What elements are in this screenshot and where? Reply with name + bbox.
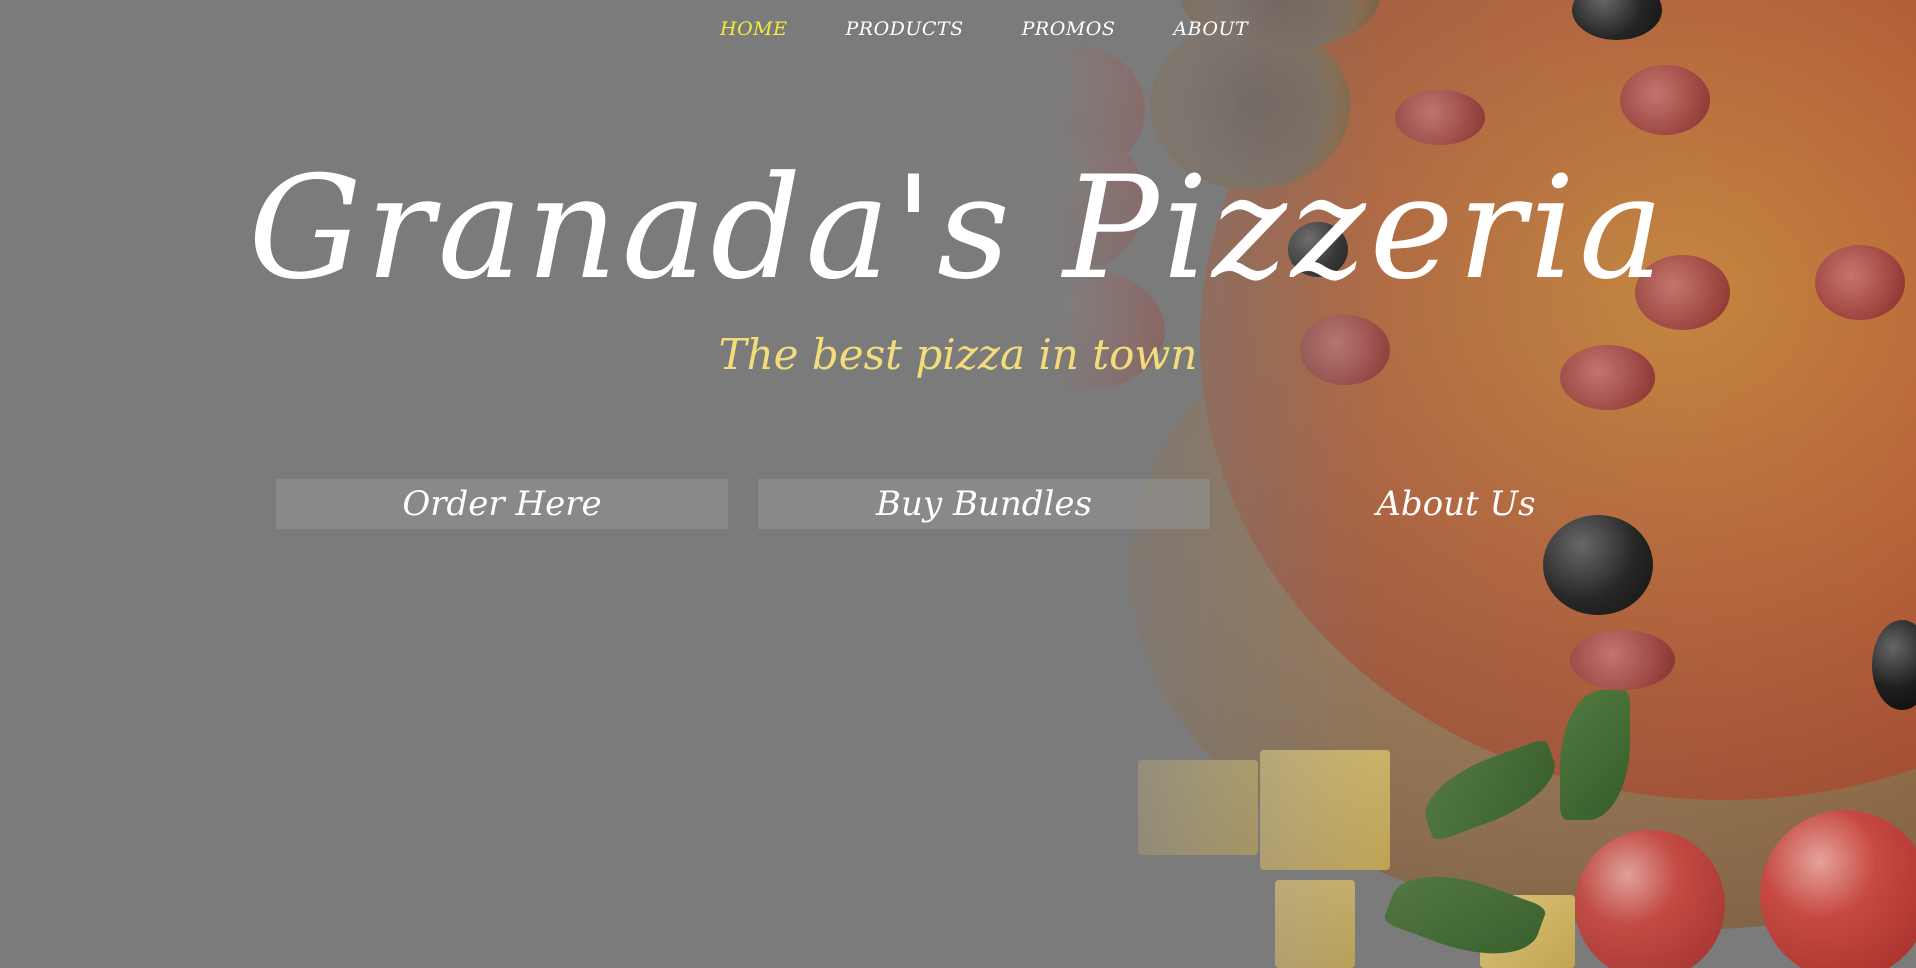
nav-home[interactable]: HOME bbox=[720, 18, 787, 40]
nav-about[interactable]: ABOUT bbox=[1173, 18, 1248, 40]
nav-products[interactable]: PRODUCTS bbox=[845, 18, 963, 40]
top-nav: HOME PRODUCTS PROMOS ABOUT bbox=[720, 18, 1306, 40]
buy-bundles-button[interactable]: Buy Bundles bbox=[758, 479, 1210, 529]
page-subtitle: The best pizza in town bbox=[718, 330, 1198, 379]
order-here-button[interactable]: Order Here bbox=[276, 479, 728, 529]
page-title: Granada's Pizzeria bbox=[248, 146, 1668, 311]
page: HOME PRODUCTS PROMOS ABOUT Granada's Piz… bbox=[0, 0, 1916, 968]
about-us-button[interactable]: About Us bbox=[1230, 479, 1682, 529]
nav-promos[interactable]: PROMOS bbox=[1022, 18, 1116, 40]
